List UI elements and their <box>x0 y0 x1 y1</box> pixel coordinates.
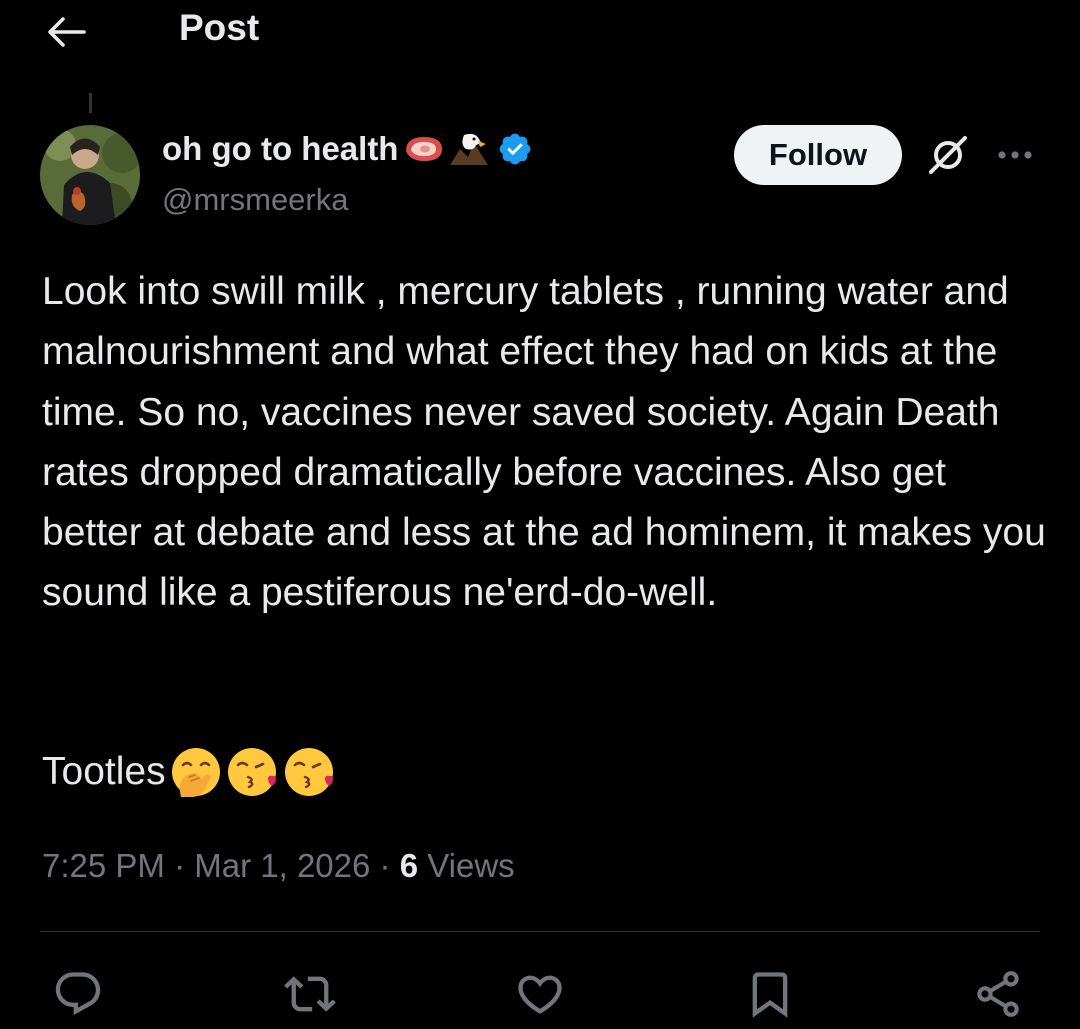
more-dots-icon <box>998 151 1032 159</box>
post-text: Look into swill milk , mercury tablets ,… <box>42 270 1046 615</box>
bookmark-icon <box>752 972 788 1018</box>
face-blowing-kiss-emoji-icon <box>283 745 337 799</box>
post-date[interactable]: Mar 1, 2026 <box>194 847 370 884</box>
grok-icon <box>929 136 967 174</box>
grok-button[interactable] <box>920 130 976 180</box>
share-icon <box>977 971 1019 1017</box>
avatar[interactable] <box>40 125 140 225</box>
share-button[interactable] <box>970 966 1026 1022</box>
top-bar: Post <box>0 0 1080 60</box>
more-button[interactable] <box>990 135 1040 175</box>
author-display-name-row[interactable]: oh go to health <box>162 128 536 170</box>
back-button[interactable] <box>42 8 90 56</box>
like-button[interactable] <box>512 966 568 1022</box>
follow-button[interactable]: Follow <box>734 125 902 185</box>
post-time[interactable]: 7:25 PM <box>42 847 165 884</box>
meta-separator: · <box>379 847 391 884</box>
views-count[interactable]: 6 <box>400 847 418 884</box>
avatar-image <box>40 125 140 225</box>
post-closing-text: Tootles <box>42 750 166 793</box>
thread-connector-line <box>89 93 92 113</box>
verified-badge-icon <box>494 131 536 167</box>
repost-icon <box>284 976 336 1012</box>
post-closing-line: Tootles <box>42 742 337 802</box>
author-display-name: oh go to health <box>162 130 399 167</box>
face-blowing-kiss-emoji-icon <box>226 745 280 799</box>
arrow-left-icon <box>48 17 86 47</box>
post-meta: 7:25 PM · Mar 1, 2026 · 6 Views <box>42 842 515 890</box>
page-title: Post <box>179 7 260 48</box>
like-icon <box>518 975 562 1014</box>
eagle-emoji-icon <box>448 131 490 167</box>
views-label[interactable]: Views <box>427 847 514 884</box>
meta-separator: · <box>174 847 186 884</box>
bookmark-button[interactable] <box>742 966 798 1022</box>
author-handle[interactable]: @mrsmeerka <box>162 180 348 220</box>
repost-button[interactable] <box>282 966 338 1022</box>
hand-over-mouth-emoji-icon <box>169 745 223 799</box>
reply-icon <box>55 972 101 1016</box>
reply-button[interactable] <box>50 966 106 1022</box>
meat-emoji-icon <box>402 131 444 167</box>
divider <box>40 931 1040 932</box>
